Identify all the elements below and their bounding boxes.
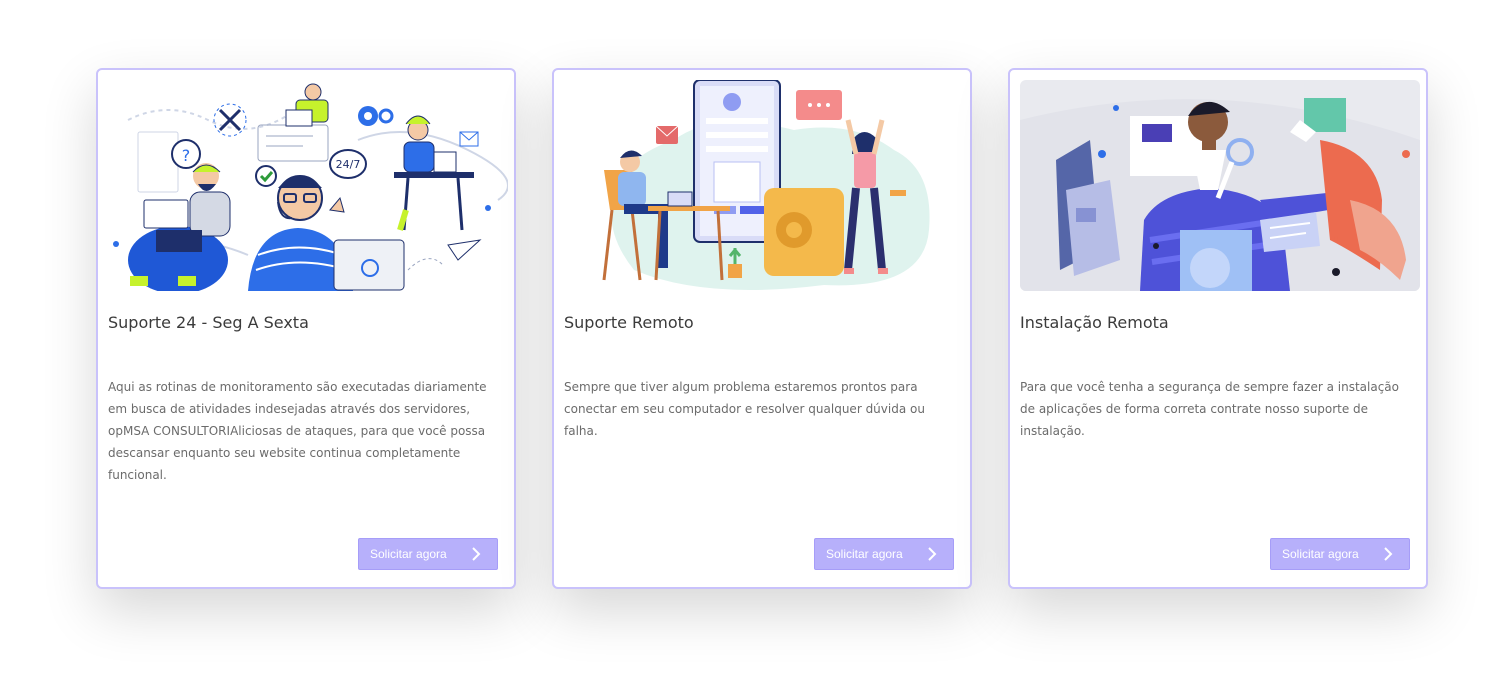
chevron-right-icon	[928, 547, 937, 561]
badge-247-text: 24/7	[336, 158, 361, 171]
solicitar-agora-button[interactable]: Solicitar agora	[1270, 538, 1410, 570]
chevron-right-icon	[1384, 547, 1393, 561]
remote-support-illustration	[564, 80, 964, 291]
button-label: Solicitar agora	[370, 547, 447, 561]
card-title: Suporte 24 - Seg A Sexta	[108, 313, 309, 332]
solicitar-agora-button[interactable]: Solicitar agora	[814, 538, 954, 570]
question-mark-text: ?	[182, 146, 191, 165]
support-team-illustration: ? 24/7	[108, 80, 508, 291]
service-card-instalacao-remota: Instalação Remota Para que você tenha a …	[1008, 68, 1428, 589]
button-label: Solicitar agora	[1282, 547, 1359, 561]
card-description: Aqui as rotinas de monitoramento são exe…	[108, 380, 487, 482]
card-description: Para que você tenha a segurança de sempr…	[1020, 380, 1399, 438]
card-title: Instalação Remota	[1020, 313, 1169, 332]
card-description: Sempre que tiver algum problema estaremo…	[564, 380, 925, 438]
solicitar-agora-button[interactable]: Solicitar agora	[358, 538, 498, 570]
remote-installation-illustration	[1020, 80, 1420, 291]
service-card-suporte-24: ? 24/7 Suporte 24 - Seg A Sexta Aqui as …	[96, 68, 516, 589]
service-card-suporte-remoto: Suporte Remoto Sempre que tiver algum pr…	[552, 68, 972, 589]
chevron-right-icon	[472, 547, 481, 561]
button-label: Solicitar agora	[826, 547, 903, 561]
card-title: Suporte Remoto	[564, 313, 694, 332]
